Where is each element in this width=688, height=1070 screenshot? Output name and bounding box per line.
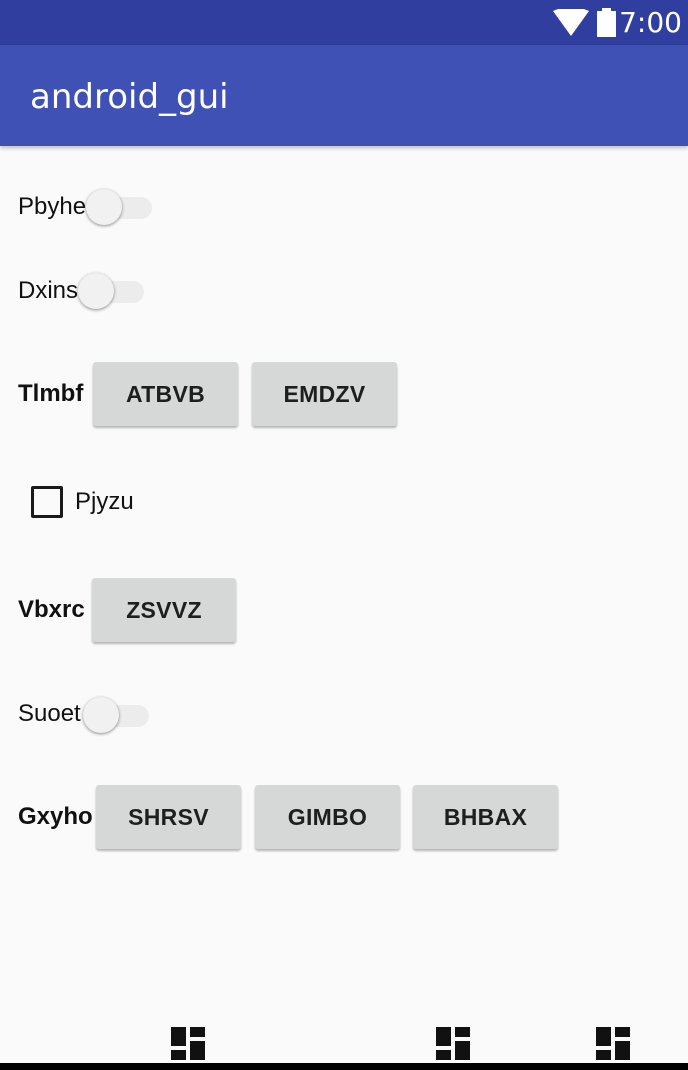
- wifi-icon: [553, 9, 589, 36]
- pjyzu-label: Pjyzu: [75, 488, 134, 515]
- gxyho-label: Gxyho: [18, 803, 93, 830]
- status-bar: 7:00: [0, 0, 688, 45]
- dxins-switch[interactable]: [78, 271, 146, 311]
- bhbax-button[interactable]: BHBAX: [413, 785, 558, 849]
- dashboard-icon[interactable]: [596, 1027, 630, 1060]
- navigation-bar: [0, 1063, 688, 1070]
- pbyhe-switch[interactable]: [86, 187, 154, 227]
- suoet-label: Suoet: [18, 700, 81, 727]
- shrsv-button[interactable]: SHRSV: [96, 785, 241, 849]
- atbvb-button[interactable]: ATBVB: [93, 362, 238, 426]
- battery-icon: [597, 8, 616, 37]
- gimbo-button[interactable]: GIMBO: [255, 785, 400, 849]
- dxins-label: Dxins: [18, 277, 79, 304]
- tlmbf-label: Tlmbf: [18, 380, 84, 407]
- pbyhe-label: Pbyhe: [18, 193, 87, 220]
- zsvvz-button[interactable]: ZSVVZ: [92, 578, 236, 642]
- suoet-switch[interactable]: [83, 695, 151, 735]
- dashboard-icon[interactable]: [171, 1027, 205, 1060]
- app-title: android_gui: [30, 77, 229, 117]
- dashboard-icon[interactable]: [436, 1027, 470, 1060]
- app-bar: android_gui: [0, 45, 688, 146]
- pjyzu-checkbox[interactable]: [31, 486, 63, 518]
- emdzv-button[interactable]: EMDZV: [252, 362, 397, 426]
- vbxrc-label: Vbxrc: [18, 596, 85, 623]
- status-time: 7:00: [619, 6, 682, 39]
